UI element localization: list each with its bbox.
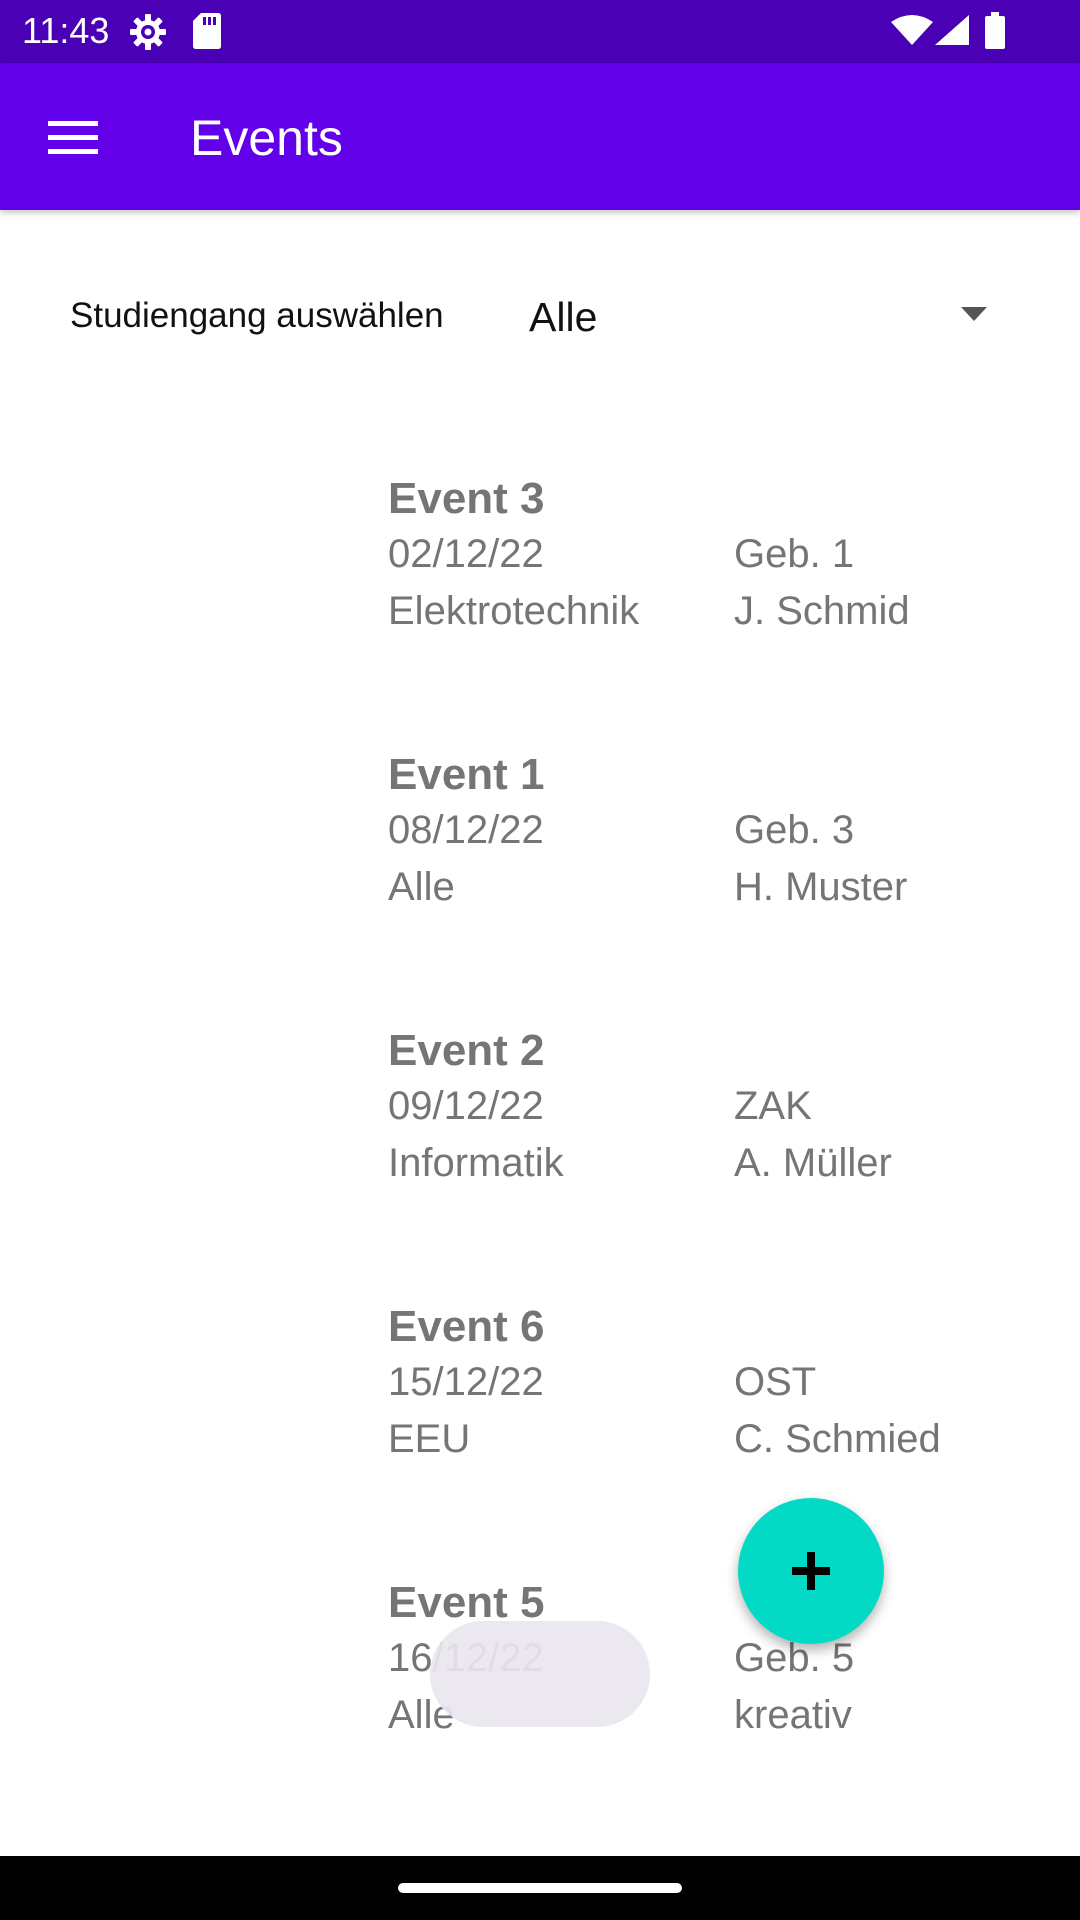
plus-icon bbox=[792, 1552, 830, 1590]
event-list-item[interactable]: Event 6 15/12/22 OST EEU C. Schmied bbox=[388, 1301, 1008, 1491]
status-time: 11:43 bbox=[22, 10, 110, 51]
event-program: Elektrotechnik bbox=[388, 589, 640, 633]
status-bar: 11:43 bbox=[0, 0, 1080, 63]
event-organizer: kreativ bbox=[734, 1693, 852, 1737]
event-location: OST bbox=[734, 1360, 817, 1404]
event-date: 02/12/22 bbox=[388, 532, 544, 576]
cell-signal-icon bbox=[934, 14, 970, 51]
battery-icon bbox=[984, 12, 1006, 55]
event-title: Event 2 bbox=[388, 1026, 545, 1075]
event-title: Event 1 bbox=[388, 750, 545, 799]
event-location: Geb. 1 bbox=[734, 532, 855, 576]
event-date: 08/12/22 bbox=[388, 808, 544, 852]
page-title: Events bbox=[190, 110, 343, 166]
event-organizer: J. Schmid bbox=[734, 589, 910, 633]
home-gesture-handle[interactable] bbox=[398, 1883, 682, 1893]
event-program: Alle bbox=[388, 865, 455, 909]
system-navigation-bar bbox=[0, 1856, 1080, 1920]
scroll-overlay-pill bbox=[430, 1621, 650, 1727]
event-location: ZAK bbox=[734, 1084, 812, 1128]
event-date: 09/12/22 bbox=[388, 1084, 544, 1128]
wifi-icon bbox=[890, 14, 934, 51]
dropdown-arrow-icon bbox=[957, 304, 991, 324]
event-title: Event 3 bbox=[388, 474, 545, 523]
add-event-button[interactable] bbox=[738, 1498, 884, 1644]
program-filter-selected-value: Alle bbox=[529, 294, 598, 340]
event-organizer: H. Muster bbox=[734, 865, 908, 909]
app-bar: Events bbox=[0, 63, 1080, 210]
event-organizer: C. Schmied bbox=[734, 1417, 941, 1461]
settings-gear-icon bbox=[128, 12, 168, 57]
event-program: EEU bbox=[388, 1417, 471, 1461]
event-title: Event 6 bbox=[388, 1302, 545, 1351]
event-organizer: A. Müller bbox=[734, 1141, 892, 1185]
event-date: 15/12/22 bbox=[388, 1360, 544, 1404]
event-location: Geb. 3 bbox=[734, 808, 855, 852]
event-list-item[interactable]: Event 2 09/12/22 ZAK Informatik A. Mülle… bbox=[388, 1025, 1008, 1215]
program-filter-label: Studiengang auswählen bbox=[70, 296, 444, 335]
program-filter-dropdown[interactable]: Alle bbox=[505, 270, 1020, 360]
event-list-item[interactable]: Event 1 08/12/22 Geb. 3 Alle H. Muster bbox=[388, 749, 1008, 939]
sd-card-icon bbox=[192, 12, 222, 55]
hamburger-menu-icon[interactable] bbox=[36, 107, 108, 167]
event-list-item[interactable]: Event 3 02/12/22 Geb. 1 Elektrotechnik J… bbox=[388, 473, 1008, 663]
event-program: Informatik bbox=[388, 1141, 564, 1185]
